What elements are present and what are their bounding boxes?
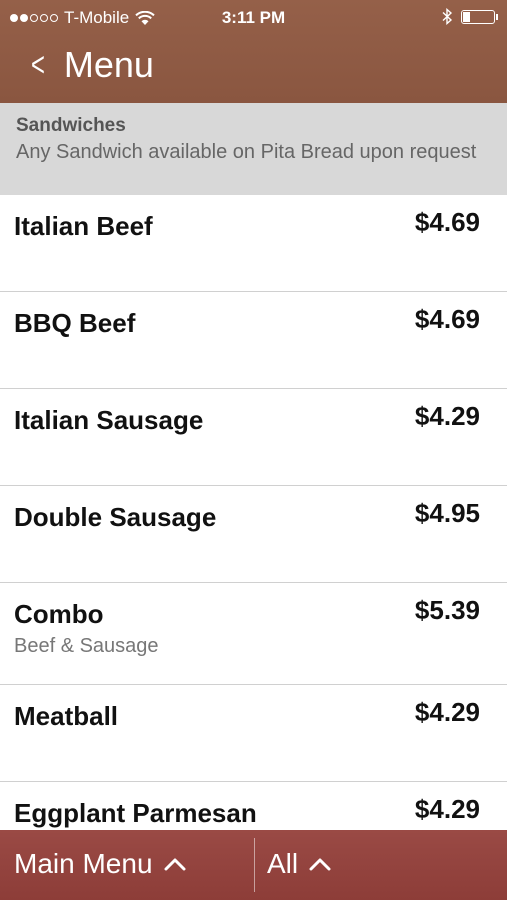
bluetooth-icon bbox=[442, 8, 453, 25]
chevron-left-icon: < bbox=[30, 45, 45, 84]
menu-item-price: $4.95 bbox=[414, 498, 480, 528]
menu-item[interactable]: BBQ Beef $4.69 bbox=[0, 292, 507, 389]
menu-item-price: $4.29 bbox=[414, 697, 480, 727]
menu-item-name: Italian Sausage bbox=[14, 405, 204, 435]
menu-item-name: Meatball bbox=[14, 701, 119, 731]
menu-item-price: $4.29 bbox=[414, 401, 480, 431]
back-label: Menu bbox=[63, 44, 154, 85]
top-bar: T-Mobile 3:11 PM < Menu bbox=[0, 0, 507, 103]
filter-all-button[interactable]: All bbox=[267, 848, 332, 880]
status-bar: T-Mobile 3:11 PM bbox=[0, 0, 507, 36]
menu-list: Italian Beef $4.69 BBQ Beef $4.69 Italia… bbox=[0, 195, 507, 879]
menu-item-name: Eggplant Parmesan bbox=[14, 798, 257, 828]
menu-item-name: BBQ Beef bbox=[14, 308, 136, 338]
section-description: Any Sandwich available on Pita Bread upo… bbox=[16, 141, 477, 163]
menu-item-price: $5.39 bbox=[414, 595, 480, 625]
menu-item-name: Double Sausage bbox=[14, 502, 217, 532]
main-menu-button[interactable]: Main Menu bbox=[14, 848, 187, 880]
menu-item-description: Beef & Sausage bbox=[14, 635, 159, 657]
menu-item[interactable]: Italian Beef $4.69 bbox=[0, 195, 507, 292]
nav-bar: < Menu bbox=[0, 36, 507, 103]
back-button[interactable]: < Menu bbox=[28, 44, 154, 86]
menu-item[interactable]: Meatball $4.29 bbox=[0, 685, 507, 782]
battery-nub bbox=[496, 13, 498, 20]
battery-icon bbox=[461, 9, 498, 24]
status-time: 3:11 PM bbox=[221, 8, 286, 27]
menu-item[interactable]: Double Sausage $4.95 bbox=[0, 486, 507, 583]
chevron-up-icon bbox=[309, 858, 331, 871]
menu-item-price: $4.69 bbox=[414, 304, 480, 334]
menu-item[interactable]: Italian Sausage $4.29 bbox=[0, 389, 507, 486]
menu-item[interactable]: Combo $5.39 Beef & Sausage bbox=[0, 583, 507, 685]
section-title: Sandwiches bbox=[16, 115, 126, 136]
chevron-up-icon bbox=[164, 858, 186, 871]
section-header: Sandwiches Any Sandwich available on Pit… bbox=[0, 103, 507, 195]
menu-item-price: $4.29 bbox=[414, 794, 480, 824]
battery-fill bbox=[463, 11, 470, 22]
menu-item-name: Italian Beef bbox=[14, 211, 153, 241]
filter-label: All bbox=[267, 848, 299, 879]
status-right bbox=[442, 8, 498, 25]
bottom-bar: Main Menu All bbox=[0, 830, 507, 900]
main-menu-label: Main Menu bbox=[14, 848, 153, 879]
menu-item-name: Combo bbox=[14, 599, 104, 629]
bottom-divider bbox=[254, 838, 255, 892]
menu-item-price: $4.69 bbox=[414, 207, 480, 237]
